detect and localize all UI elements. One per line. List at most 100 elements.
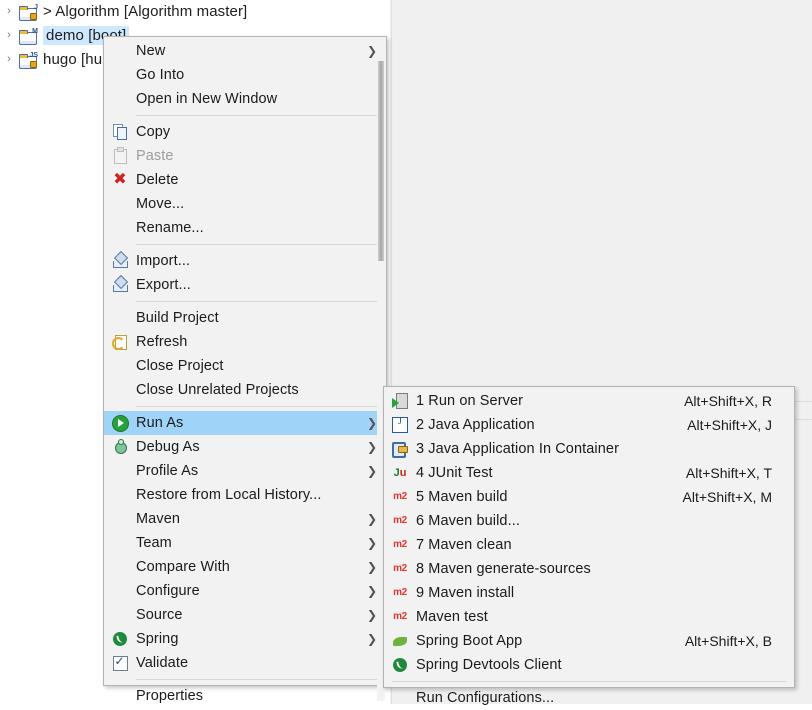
menu-item-profile-as[interactable]: Profile As ❯ — [104, 459, 386, 483]
project-folder-icon: J — [18, 4, 38, 21]
run-icon — [104, 411, 136, 435]
maven-icon: m2 — [393, 515, 407, 526]
menu-item-label: Build Project — [136, 310, 219, 326]
menu-item-shortcut: Alt+Shift+X, R — [684, 393, 772, 409]
maven-icon: m2 — [393, 587, 407, 598]
expand-arrow-icon[interactable]: › — [0, 30, 18, 41]
no-icon — [104, 531, 136, 555]
menu-item-run-on-server[interactable]: 1 Run on Server Alt+Shift+X, R — [384, 389, 794, 413]
menu-item-properties[interactable]: Properties — [104, 684, 386, 708]
no-icon — [104, 579, 136, 603]
chevron-right-icon: ❯ — [366, 632, 377, 646]
spring-icon — [113, 632, 127, 646]
menu-item-spring-boot-app[interactable]: Spring Boot App Alt+Shift+X, B — [384, 629, 794, 653]
menu-item-go-into[interactable]: Go Into — [104, 63, 386, 87]
no-icon — [384, 686, 416, 710]
maven-icon: m2 — [393, 563, 407, 574]
validate-checkbox-icon — [112, 654, 128, 671]
expand-arrow-icon[interactable]: › — [0, 54, 18, 65]
menu-item-java-application-in-container[interactable]: 3 Java Application In Container — [384, 437, 794, 461]
export-icon — [104, 273, 136, 297]
refresh-icon — [112, 334, 128, 350]
menu-item-source[interactable]: Source ❯ — [104, 603, 386, 627]
menu-item-java-application[interactable]: 2 Java Application Alt+Shift+X, J — [384, 413, 794, 437]
menu-item-label: Refresh — [136, 334, 188, 350]
chevron-right-icon: ❯ — [366, 584, 377, 598]
no-icon — [104, 684, 136, 708]
no-icon — [104, 603, 136, 627]
no-icon — [104, 354, 136, 378]
tree-item-hugo[interactable]: › JS hugo [hu — [0, 48, 102, 71]
no-icon — [104, 306, 136, 330]
menu-item-run-as[interactable]: Run As ❯ — [104, 411, 386, 435]
menu-item-label: Configure — [136, 583, 200, 599]
menu-item-debug-as[interactable]: Debug As ❯ — [104, 435, 386, 459]
menu-item-junit-test[interactable]: Ju 4 JUnit Test Alt+Shift+X, T — [384, 461, 794, 485]
menu-item-maven[interactable]: Maven ❯ — [104, 507, 386, 531]
menu-item-maven-clean[interactable]: m2 7 Maven clean — [384, 533, 794, 557]
menu-item-close-unrelated-projects[interactable]: Close Unrelated Projects — [104, 378, 386, 402]
menu-item-configure[interactable]: Configure ❯ — [104, 579, 386, 603]
no-icon — [104, 555, 136, 579]
menu-item-rename[interactable]: Rename... — [104, 216, 386, 240]
menu-item-label: Copy — [136, 124, 171, 140]
menu-scrollbar-thumb[interactable] — [378, 61, 384, 261]
menu-item-label: Go Into — [136, 67, 185, 83]
server-icon — [384, 389, 416, 413]
menu-item-maven-install[interactable]: m2 9 Maven install — [384, 581, 794, 605]
menu-item-team[interactable]: Team ❯ — [104, 531, 386, 555]
import-icon — [104, 249, 136, 273]
menu-item-run-configurations[interactable]: Run Configurations... — [384, 686, 794, 710]
menu-item-label: Source — [136, 607, 183, 623]
menu-separator — [136, 406, 378, 407]
validate-checkbox-icon — [104, 651, 136, 675]
refresh-icon — [104, 330, 136, 354]
menu-item-spring[interactable]: Spring ❯ — [104, 627, 386, 651]
menu-item-spring-devtools-client[interactable]: Spring Devtools Client — [384, 653, 794, 677]
no-icon — [104, 459, 136, 483]
project-context-menu[interactable]: New ❯ Go Into Open in New Window Copy Paste ✖ D… — [103, 36, 387, 704]
menu-item-move[interactable]: Move... — [104, 192, 386, 216]
menu-item-close-project[interactable]: Close Project — [104, 354, 386, 378]
chevron-right-icon: ❯ — [366, 44, 377, 58]
menu-item-refresh[interactable]: Refresh — [104, 330, 386, 354]
server-icon — [392, 393, 408, 409]
menu-item-shortcut: Alt+Shift+X, T — [685, 465, 772, 481]
menu-item-shortcut: Alt+Shift+X, J — [687, 417, 772, 433]
run-as-submenu[interactable]: 1 Run on Server Alt+Shift+X, R 2 Java Appl… — [383, 386, 795, 706]
menu-item-validate[interactable]: Validate — [104, 651, 386, 675]
expand-arrow-icon[interactable]: › — [0, 6, 18, 17]
copy-icon — [104, 120, 136, 144]
menu-item-new[interactable]: New ❯ — [104, 39, 386, 63]
menu-item-open-in-new-window[interactable]: Open in New Window — [104, 87, 386, 111]
menu-separator — [136, 244, 378, 245]
menu-item-maven-generate-sources[interactable]: m2 8 Maven generate-sources — [384, 557, 794, 581]
menu-item-label: Close Project — [136, 358, 224, 374]
menu-item-label: Spring Boot App — [416, 633, 523, 649]
run-icon — [111, 414, 129, 432]
menu-item-import[interactable]: Import... — [104, 249, 386, 273]
menu-item-label: Paste — [136, 148, 174, 164]
no-icon — [104, 39, 136, 63]
menu-item-compare-with[interactable]: Compare With ❯ — [104, 555, 386, 579]
menu-item-label: 1 Run on Server — [416, 393, 524, 409]
menu-item-build-project[interactable]: Build Project — [104, 306, 386, 330]
menu-item-paste[interactable]: Paste — [104, 144, 386, 168]
project-folder-icon: M — [18, 28, 38, 45]
menu-item-label: 3 Java Application In Container — [416, 441, 620, 457]
menu-item-maven-build-dialog[interactable]: m2 6 Maven build... — [384, 509, 794, 533]
menu-item-restore-from-local-history[interactable]: Restore from Local History... — [104, 483, 386, 507]
menu-item-copy[interactable]: Copy — [104, 120, 386, 144]
maven-icon: m2 — [393, 539, 407, 550]
no-icon — [104, 483, 136, 507]
menu-item-maven-test[interactable]: m2 Maven test — [384, 605, 794, 629]
menu-item-label: Close Unrelated Projects — [136, 382, 299, 398]
maven-icon: m2 — [384, 485, 416, 509]
menu-item-delete[interactable]: ✖ Delete — [104, 168, 386, 192]
menu-item-label: Run As — [136, 415, 184, 431]
delete-icon: ✖ — [113, 171, 127, 188]
paste-icon — [112, 147, 128, 164]
tree-item-algorithm[interactable]: › J > Algorithm [Algorithm master] — [0, 0, 247, 23]
menu-item-maven-build[interactable]: m2 5 Maven build Alt+Shift+X, M — [384, 485, 794, 509]
menu-item-export[interactable]: Export... — [104, 273, 386, 297]
